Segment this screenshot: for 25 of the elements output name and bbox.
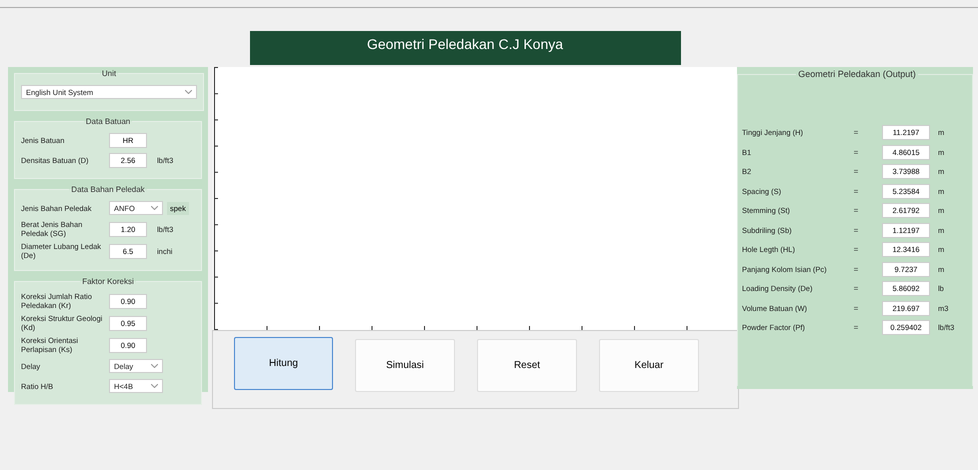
- chevron-icon: [151, 364, 158, 368]
- group-title: Geometri Peledakan (Output): [797, 69, 917, 79]
- action-button[interactable]: Simulasi: [355, 339, 455, 392]
- chevron-icon: [151, 384, 158, 388]
- equals-sign: =: [852, 284, 860, 294]
- equals-sign: =: [852, 323, 860, 332]
- equals-sign: =: [852, 167, 860, 176]
- group-title: Unit: [100, 69, 118, 78]
- action-button[interactable]: Reset: [477, 339, 577, 392]
- equals-sign: =: [852, 264, 860, 274]
- chevron-icon: [151, 206, 158, 210]
- equals-sign: =: [852, 186, 860, 196]
- equals-sign: =: [852, 226, 860, 235]
- app-title: Geometri Peledakan C.J Konya: [366, 36, 564, 52]
- action-button[interactable]: Hitung: [234, 337, 333, 390]
- equals-sign: =: [852, 304, 860, 313]
- group-title: Data Batuan: [84, 117, 132, 126]
- equals-sign: =: [852, 148, 860, 157]
- chevron-icon: [185, 90, 192, 94]
- group-title: Data Bahan Peledak: [70, 185, 146, 194]
- group-title: Faktor Koreksi: [81, 277, 135, 286]
- equals-sign: =: [852, 128, 860, 138]
- action-button[interactable]: Keluar: [599, 339, 699, 392]
- equals-sign: =: [852, 245, 860, 254]
- equals-sign: =: [852, 206, 860, 216]
